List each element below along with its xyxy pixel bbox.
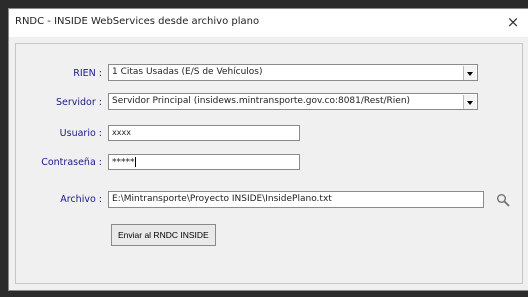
servidor-value: Servidor Principal (insidews.mintranspor… bbox=[112, 96, 411, 106]
title-bar: RNDC - INSIDE WebServices desde archivo … bbox=[9, 9, 528, 37]
send-button[interactable]: Enviar al RNDC INSIDE bbox=[111, 224, 216, 246]
servidor-select[interactable]: Servidor Principal (insidews.mintranspor… bbox=[108, 93, 478, 110]
chevron-down-icon[interactable] bbox=[463, 95, 476, 109]
password-value: ***** bbox=[112, 157, 135, 168]
password-field[interactable]: ***** bbox=[108, 154, 300, 170]
chevron-down-icon[interactable] bbox=[463, 66, 476, 80]
rien-select[interactable]: 1 Citas Usadas (E/S de Vehículos) bbox=[108, 64, 478, 81]
app-window: RNDC - INSIDE WebServices desde archivo … bbox=[8, 8, 528, 291]
servidor-label: Servidor : bbox=[55, 97, 102, 108]
magnifier-icon[interactable] bbox=[496, 193, 510, 207]
close-icon[interactable]: × bbox=[506, 13, 520, 31]
window-title: RNDC - INSIDE WebServices desde archivo … bbox=[15, 16, 260, 27]
form-panel: RIEN : 1 Citas Usadas (E/S de Vehículos)… bbox=[15, 43, 523, 284]
password-label: Contraseña : bbox=[41, 157, 102, 168]
usuario-label: Usuario : bbox=[59, 128, 102, 139]
rien-value: 1 Citas Usadas (E/S de Vehículos) bbox=[112, 67, 263, 77]
archivo-value: E:\Mintransporte\Proyecto INSIDE\InsideP… bbox=[112, 194, 332, 204]
usuario-value: xxxx bbox=[112, 128, 131, 137]
archivo-label: Archivo : bbox=[60, 194, 102, 205]
rien-label: RIEN : bbox=[73, 68, 102, 79]
usuario-field[interactable]: xxxx bbox=[108, 125, 300, 141]
text-caret bbox=[134, 157, 136, 167]
archivo-field[interactable]: E:\Mintransporte\Proyecto INSIDE\InsideP… bbox=[108, 191, 484, 208]
